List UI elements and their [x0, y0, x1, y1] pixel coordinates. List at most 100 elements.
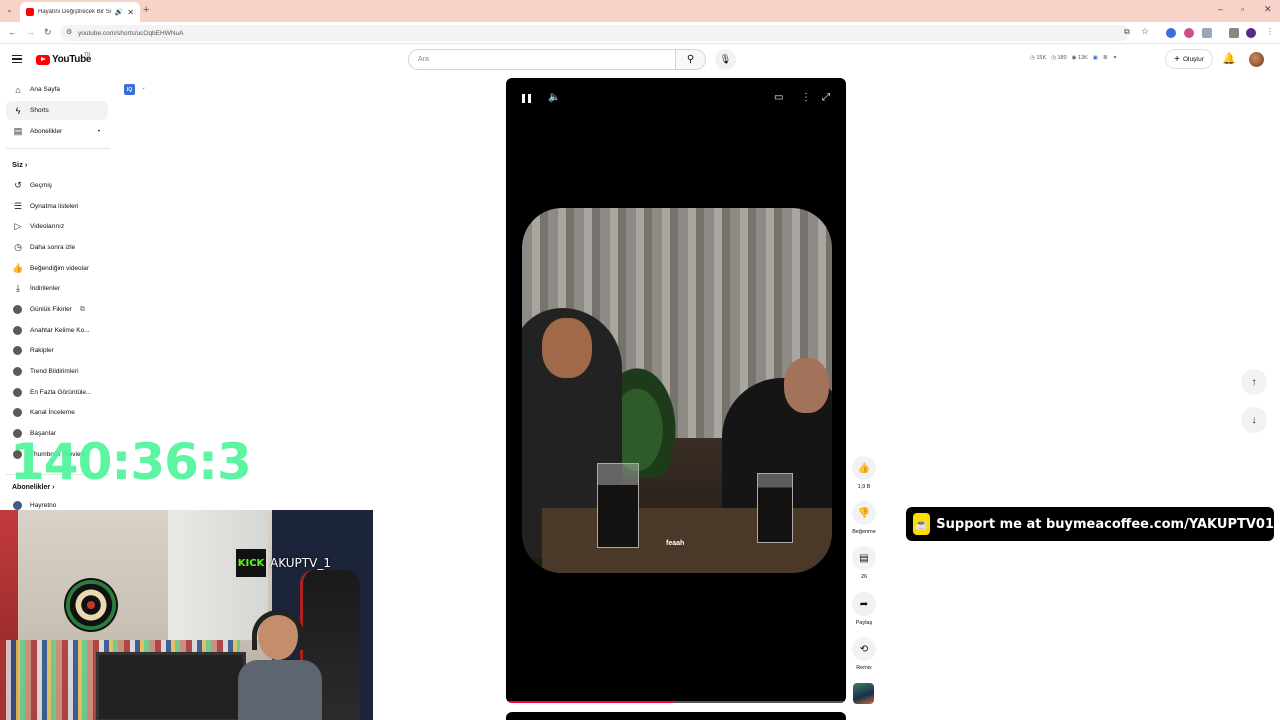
extension-vidiq-icon[interactable]	[1166, 28, 1176, 38]
dartboard	[64, 578, 118, 632]
support-banner: ☕ Support me at buymeacoffee.com/YAKUPTV…	[906, 507, 1274, 541]
headset-icon	[252, 610, 304, 650]
back-icon[interactable]: ←	[8, 27, 17, 37]
sidebar-item-your-videos[interactable]: ▷ Videolarınız	[6, 217, 108, 236]
tab-title: Hayatını Değiştirecek Bir Sö	[38, 9, 111, 15]
extension-puzzle-icon[interactable]	[1229, 28, 1239, 38]
shorts-player[interactable]: feaah 🔈 ▭ ⋮ ⤢	[506, 78, 846, 703]
next-short-preview[interactable]	[506, 712, 846, 720]
extension-shield-icon[interactable]	[1184, 28, 1194, 38]
sidebar-item-downloads[interactable]: ⤓ İndirilenler	[6, 279, 108, 298]
sidebar-item-tool[interactable]: Anahtar Kelime Ko...	[6, 321, 108, 340]
plus-icon: +	[1174, 53, 1180, 65]
browser-menu-icon[interactable]: ⋮	[1266, 27, 1274, 36]
audio-thumbnail[interactable]	[853, 683, 874, 704]
sidebar-item-tool[interactable]: En Fazla Görüntüle...	[6, 383, 108, 402]
sidebar-item-subscriptions[interactable]: ▤ Abonelikler •	[6, 122, 108, 141]
pause-icon[interactable]	[522, 94, 531, 103]
volume-icon[interactable]: 🔈	[548, 92, 560, 103]
youtube-logo[interactable]: YouTube	[36, 54, 92, 65]
list-icon[interactable]: ≣	[1103, 55, 1108, 61]
browser-tab-bar	[0, 0, 1280, 22]
search-button[interactable]: ⚲	[676, 49, 706, 70]
progress-fill	[506, 701, 673, 703]
playlist-icon: ☰	[13, 201, 23, 211]
search-input[interactable]: Ara	[408, 49, 676, 70]
sidebar-item-label: En Fazla Görüntüle...	[30, 389, 92, 396]
sidebar-item-label: Rakipler	[30, 347, 54, 354]
kick-channel-name: AKUPTV_1	[270, 556, 331, 570]
dislike-label: Beğenme	[852, 529, 876, 535]
video-frame	[522, 208, 832, 573]
sidebar-item-tool[interactable]: Trend Bildirimleri	[6, 362, 108, 381]
install-icon[interactable]: ⧉	[1124, 27, 1130, 37]
vidiq-small-icon[interactable]: ▣	[1093, 55, 1098, 61]
share-icon[interactable]: ➦	[852, 592, 876, 616]
voice-search-button[interactable]: 🎙	[715, 49, 736, 70]
site-info-icon[interactable]: ⚙	[66, 28, 72, 36]
sidebar-item-shorts[interactable]: ϟ Shorts	[6, 101, 108, 120]
window-close-icon[interactable]: ✕	[1264, 4, 1272, 15]
streamer	[238, 610, 322, 720]
sidebar-item-watch-later[interactable]: ◷ Daha sonra izle	[6, 238, 108, 257]
like-action[interactable]: 👍 1,9 B	[851, 456, 877, 490]
sidebar-item-label: İndirilenler	[30, 285, 60, 292]
fullscreen-icon[interactable]: ⤢	[822, 92, 830, 103]
maximize-icon[interactable]: ▫	[1241, 4, 1244, 14]
sidebar-item-history[interactable]: ↺ Geçmiş	[6, 176, 108, 195]
dislike-icon[interactable]: 👎	[852, 501, 876, 525]
sidebar-item-channel[interactable]: Hayretno	[6, 500, 108, 510]
profile-icon[interactable]	[1246, 28, 1256, 38]
sidebar-item-label: Kanal İnceleme	[30, 409, 75, 416]
notifications-bell-icon[interactable]: 🔔	[1222, 52, 1236, 65]
wand-icon[interactable]: ✦	[1113, 55, 1118, 61]
like-icon[interactable]: 👍	[852, 456, 876, 480]
create-button[interactable]: + Oluştur	[1165, 49, 1213, 69]
more-options-icon[interactable]: ⋮	[801, 92, 811, 103]
captions-icon[interactable]: ▭	[774, 92, 783, 103]
url-field[interactable]: youtube.com/shorts/ucOqbEHWNuA	[60, 25, 1130, 41]
sidebar-item-label: Daha sonra izle	[30, 244, 76, 251]
watch-later-icon: ◷	[14, 242, 22, 252]
remix-action[interactable]: ⟲ Remix	[851, 637, 877, 671]
sidebar-item-tool[interactable]: Günlük Fikirler ⧉	[6, 300, 108, 319]
sidebar-item-tool[interactable]: Rakipler	[6, 341, 108, 360]
chevron-down-icon[interactable]: ⌄	[141, 84, 146, 91]
bookmark-star-icon[interactable]: ☆	[1141, 26, 1149, 37]
sidebar-item-tool[interactable]: Kanal İnceleme	[6, 403, 108, 422]
sidebar-divider	[6, 148, 110, 149]
new-tab-icon[interactable]: +	[143, 4, 149, 16]
progress-bar[interactable]	[506, 701, 846, 703]
share-action[interactable]: ➦ Paylaş	[851, 592, 877, 626]
stat-eye: ◉ 13K	[1071, 55, 1088, 61]
sidebar-you-header[interactable]: Siz ›	[12, 160, 27, 169]
sidebar-item-label: Shorts	[30, 107, 49, 114]
previous-short-button[interactable]: ↑	[1241, 369, 1267, 395]
scene-face-left	[542, 318, 592, 378]
sidebar-item-label: Günlük Fikirler	[30, 306, 72, 313]
vidiq-tool-icon	[13, 408, 22, 417]
next-short-button[interactable]: ↓	[1241, 407, 1267, 433]
sidebar-item-liked[interactable]: 👍 Beğendiğim videolar	[6, 259, 108, 278]
dislike-action[interactable]: 👎 Beğenme	[851, 501, 877, 535]
tab-list-icon[interactable]: ⌄	[6, 5, 13, 14]
monitor	[96, 652, 246, 720]
comment-icon[interactable]: ▤	[852, 546, 876, 570]
scene-glass-left	[597, 463, 639, 548]
tab-audio-icon: 🔊	[114, 9, 124, 16]
coffee-cup-icon: ☕	[913, 513, 931, 535]
browser-tab[interactable]: Hayatını Değiştirecek Bir Sö 🔊 ✕	[20, 2, 140, 22]
sidebar-item-home[interactable]: ⌂ Ana Sayfa	[6, 80, 108, 99]
minimize-icon[interactable]: –	[1218, 4, 1223, 14]
tab-close-icon[interactable]: ✕	[127, 8, 134, 17]
reload-icon[interactable]: ↻	[44, 27, 52, 38]
sidebar-item-label: Geçmiş	[30, 182, 53, 189]
vidiq-icon[interactable]: IQ	[124, 84, 135, 95]
comments-action[interactable]: ▤ 26	[851, 546, 877, 580]
extension-app-icon[interactable]	[1202, 28, 1212, 38]
forward-icon[interactable]: →	[26, 27, 35, 37]
sidebar-item-playlists[interactable]: ☰ Oynatma listeleri	[6, 197, 108, 216]
remix-icon[interactable]: ⟲	[852, 637, 876, 661]
guide-menu-icon[interactable]	[12, 55, 22, 63]
account-avatar[interactable]	[1249, 52, 1264, 67]
